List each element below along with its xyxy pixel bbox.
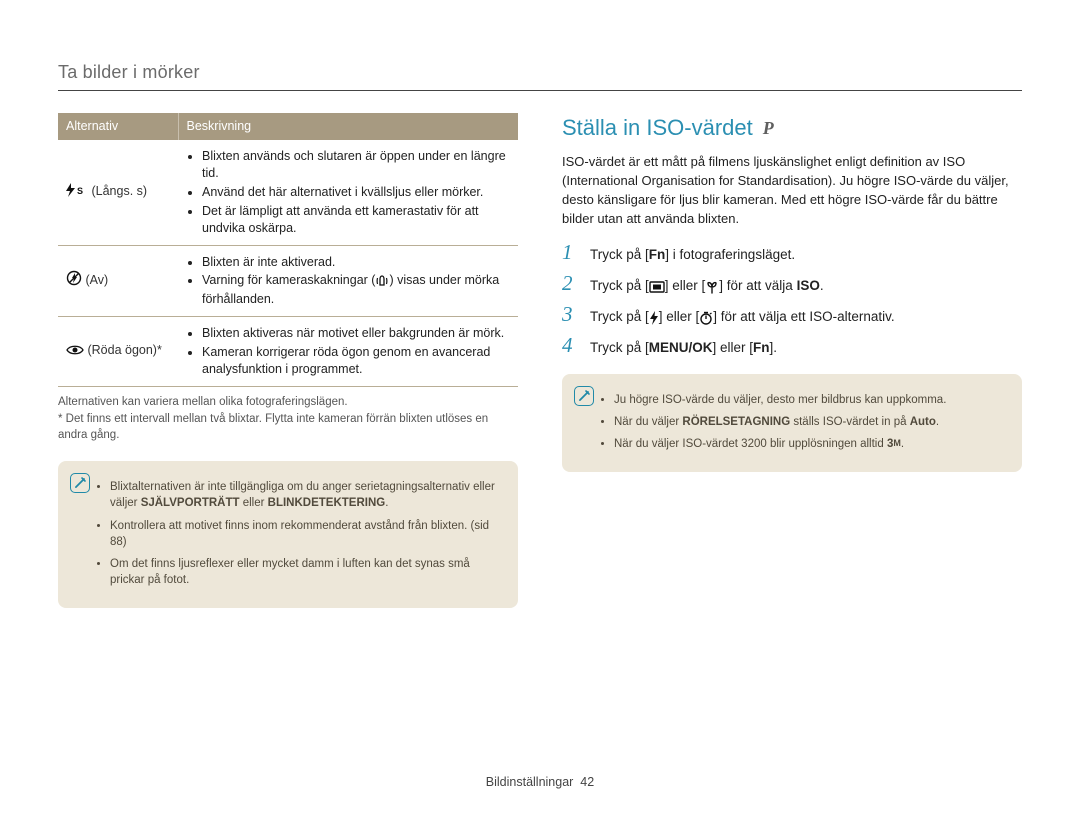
note-item: När du väljer RÖRELSETAGNING ställs ISO-…	[614, 414, 1006, 430]
row-desc-item: Använd det här alternativet i kvällsljus…	[202, 184, 512, 201]
step-number: 4	[562, 335, 578, 356]
note-icon	[574, 386, 594, 406]
row-label: (Av)	[85, 273, 108, 287]
note-item: Blixtalternativen är inte tillgängliga o…	[110, 479, 502, 511]
footnote: Alternativen kan variera mellan olika fo…	[58, 395, 518, 411]
footnotes: Alternativen kan variera mellan olika fo…	[58, 395, 518, 444]
col-header-beskrivning: Beskrivning	[178, 113, 518, 140]
row-desc-item: Varning för kameraskakningar () visas un…	[202, 272, 512, 308]
flash-slow-icon: S	[66, 183, 88, 202]
row-desc-item: Blixten används och slutaren är öppen un…	[202, 148, 512, 182]
red-eye-icon	[66, 344, 84, 361]
row-desc-item: Blixten är inte aktiverad.	[202, 254, 512, 271]
note-item: Kontrollera att motivet finns inom rekom…	[110, 518, 502, 550]
step-4: 4 Tryck på [MENU/OK] eller [Fn].	[562, 335, 1022, 358]
right-column: Ställa in ISO-värdet P ISO-värdet är ett…	[562, 113, 1022, 608]
intro-text: ISO-värdet är ett mått på filmens ljuskä…	[562, 153, 1022, 228]
page-footer: Bildinställningar 42	[0, 774, 1080, 791]
footer-section: Bildinställningar	[486, 775, 574, 789]
step-number: 2	[562, 273, 578, 294]
section-heading: Ställa in ISO-värdet P	[562, 113, 1022, 143]
flash-icon	[649, 311, 659, 325]
row-label: (Långs. s)	[91, 184, 147, 198]
col-header-alternativ: Alternativ	[58, 113, 178, 140]
heading-text: Ställa in ISO-värdet	[562, 113, 753, 143]
macro-icon	[705, 280, 719, 294]
footer-page-number: 42	[580, 775, 594, 789]
note-item: Om det finns ljusreflexer eller mycket d…	[110, 556, 502, 588]
display-icon	[649, 280, 665, 294]
row-desc-item: Det är lämpligt att använda ett kamerast…	[202, 203, 512, 237]
table-row: S (Långs. s) Blixten används och slutare…	[58, 140, 518, 245]
row-desc-item: Kameran korrigerar röda ögon genom en av…	[202, 344, 512, 378]
step-3: 3 Tryck på [] eller [] för att välja ett…	[562, 304, 1022, 327]
step-number: 3	[562, 304, 578, 325]
note-item: När du väljer ISO-värdet 3200 blir upplö…	[614, 436, 1006, 452]
note-box: Ju högre ISO-värde du väljer, desto mer …	[562, 374, 1022, 472]
step-1: 1 Tryck på [Fn] i fotograferingsläget.	[562, 242, 1022, 265]
left-column: Alternativ Beskrivning S (Långs. s) B	[58, 113, 518, 608]
step-2: 2 Tryck på [] eller [] för att välja ISO…	[562, 273, 1022, 296]
row-desc-item: Blixten aktiveras när motivet eller bakg…	[202, 325, 512, 342]
options-table: Alternativ Beskrivning S (Långs. s) B	[58, 113, 518, 387]
footnote: * Det finns ett intervall mellan två bli…	[58, 412, 518, 443]
shake-warning-icon	[375, 274, 389, 291]
note-item: Ju högre ISO-värde du väljer, desto mer …	[614, 392, 1006, 408]
note-box: Blixtalternativen är inte tillgängliga o…	[58, 461, 518, 608]
page-title: Ta bilder i mörker	[58, 60, 1022, 91]
step-number: 1	[562, 242, 578, 263]
note-icon	[70, 473, 90, 493]
table-row: (Av) Blixten är inte aktiverad. Varning …	[58, 245, 518, 317]
flash-off-icon	[66, 270, 82, 291]
table-row: (Röda ögon)* Blixten aktiveras när motiv…	[58, 317, 518, 387]
mode-badge: P	[763, 116, 774, 140]
timer-icon	[699, 311, 713, 325]
svg-text:S: S	[77, 186, 83, 196]
row-label: (Röda ögon)*	[87, 343, 161, 357]
